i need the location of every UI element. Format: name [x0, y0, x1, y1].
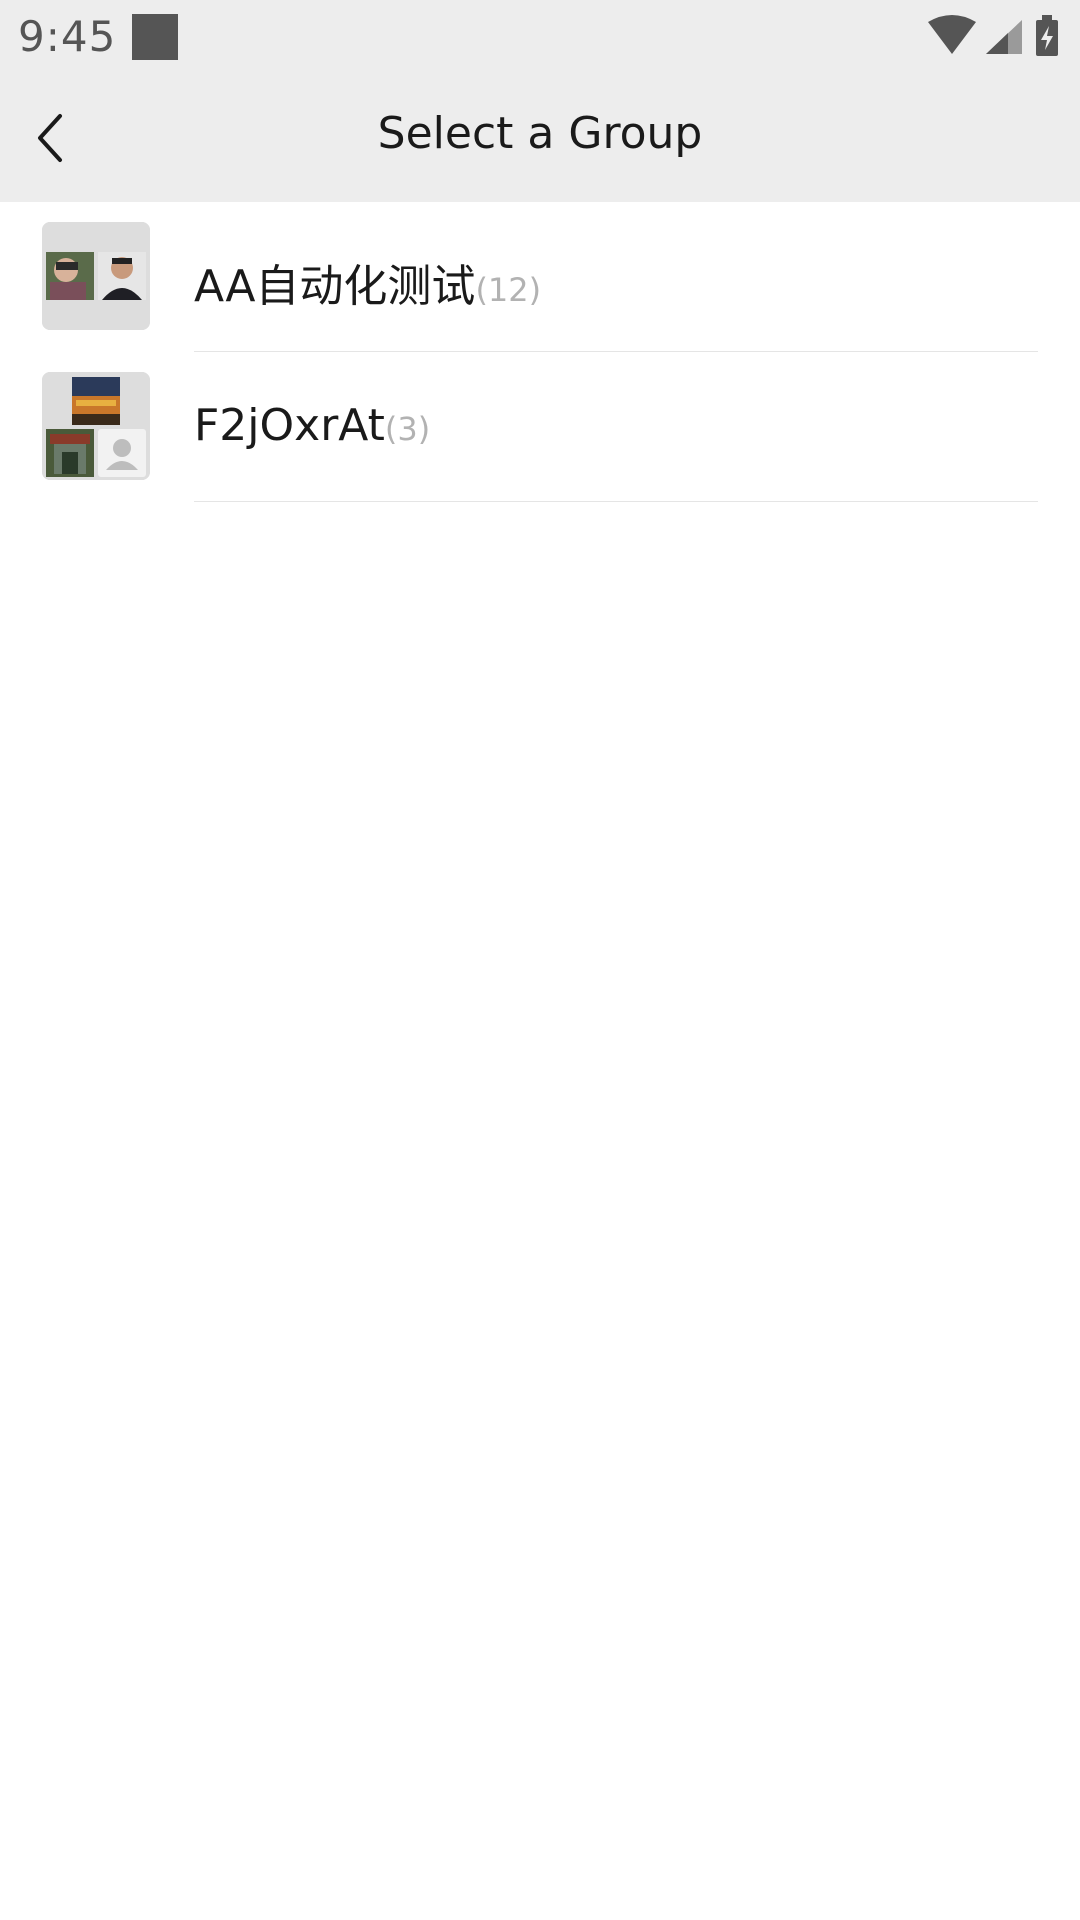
- group-list: AA自动化测试(12) F2jOxrAt(3): [0, 202, 1080, 502]
- group-name-text: AA自动化测试: [194, 261, 476, 312]
- row-divider: [194, 501, 1038, 502]
- group-name-text: F2jOxrAt: [194, 400, 385, 451]
- status-time: 9:45: [18, 12, 117, 61]
- group-avatar: [42, 222, 150, 330]
- page-title: Select a Group: [377, 108, 703, 159]
- group-row[interactable]: AA自动化测试(12): [0, 202, 1080, 352]
- status-bar: 9:45: [0, 0, 1080, 72]
- group-avatar-image: [42, 222, 150, 330]
- wifi-icon: [928, 15, 976, 54]
- member-count: (12): [475, 271, 542, 309]
- title-bar: Select a Group: [0, 72, 1080, 202]
- group-row[interactable]: F2jOxrAt(3): [0, 352, 1080, 502]
- status-icons: [928, 15, 1058, 56]
- group-avatar-image: [42, 372, 150, 480]
- group-name: F2jOxrAt(3): [194, 400, 430, 451]
- notification-icon: [132, 14, 178, 60]
- group-avatar: [42, 372, 150, 480]
- member-count: (3): [384, 410, 431, 448]
- group-name: AA自动化测试(12): [194, 250, 541, 314]
- battery-charging-icon: [1036, 15, 1058, 56]
- cell-signal-icon: [986, 20, 1022, 54]
